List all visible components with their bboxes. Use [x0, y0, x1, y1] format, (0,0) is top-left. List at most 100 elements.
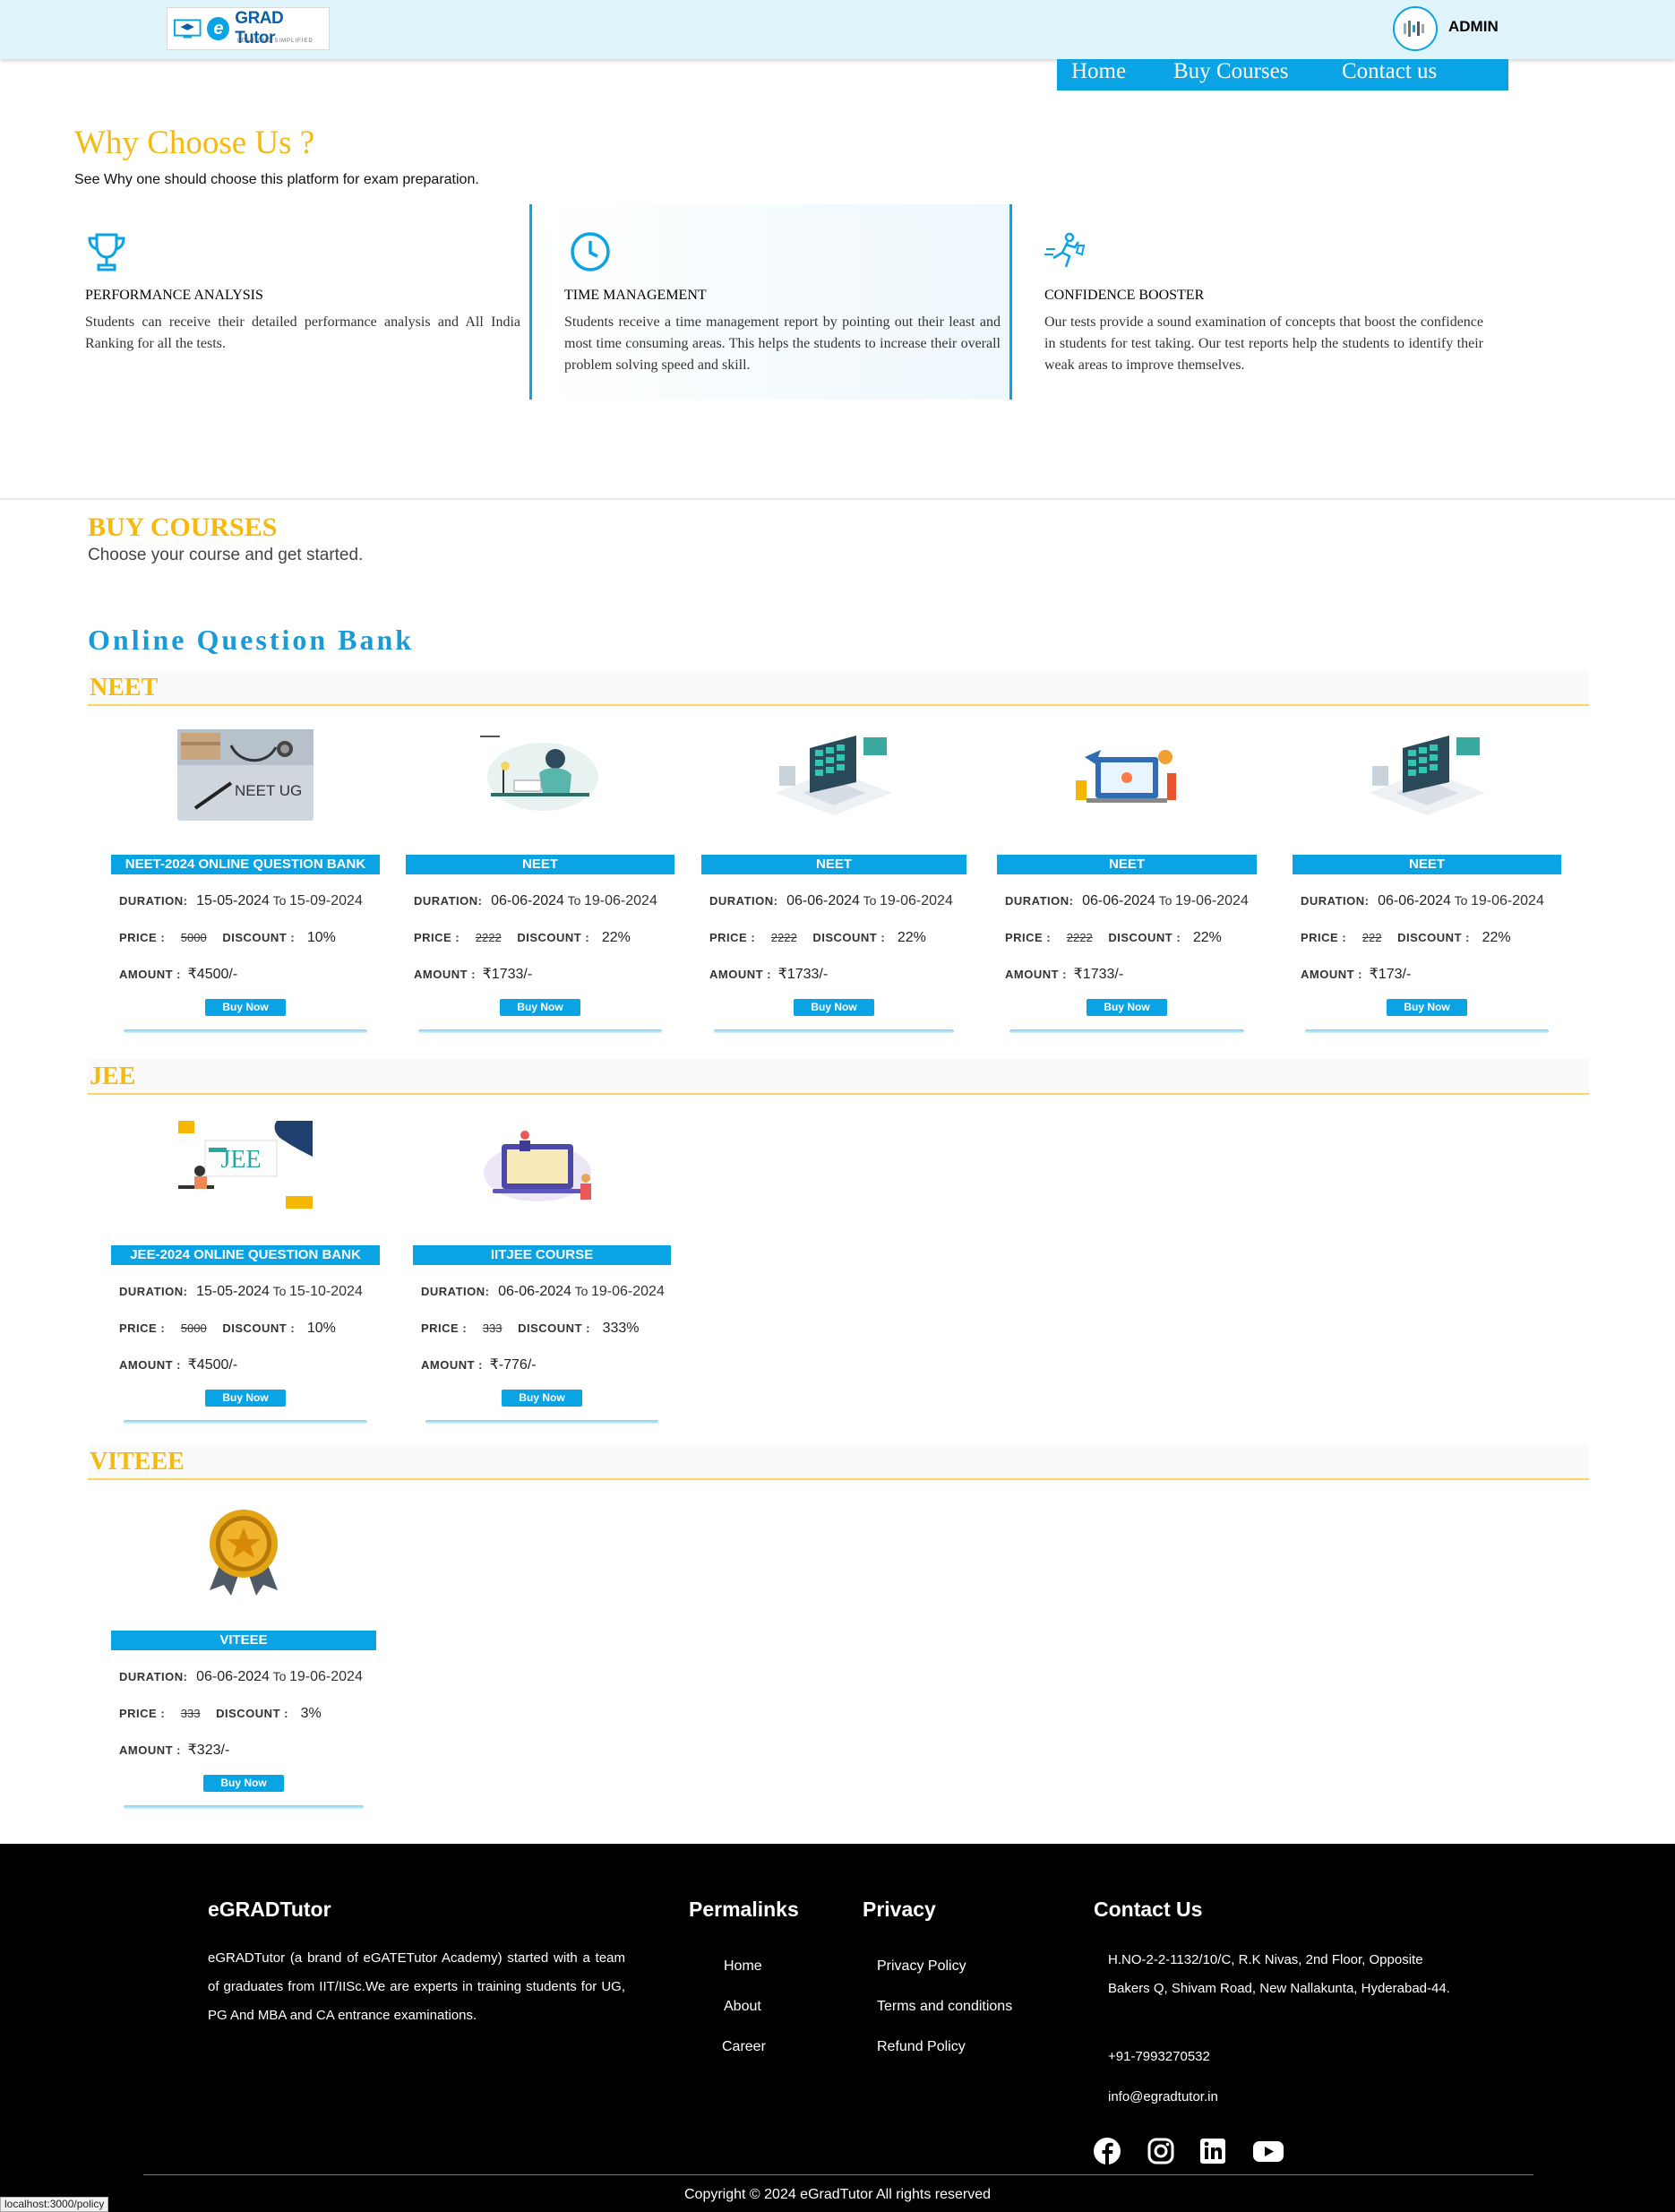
card-bottom-accent: [124, 1805, 364, 1809]
course-name: NEET: [997, 855, 1257, 874]
logo-letter: e: [207, 17, 230, 40]
course-name: VITEEE: [111, 1631, 376, 1650]
course-amount: AMOUNT : ₹-776/-: [421, 1356, 537, 1373]
feature-text: Students can receive their detailed perf…: [85, 314, 520, 351]
running-person-icon: [1044, 232, 1086, 268]
duration-from: 06-06-2024: [1378, 893, 1451, 908]
duration-label: DURATION:: [119, 1670, 188, 1683]
footer-link-privacy-policy[interactable]: Privacy Policy: [877, 1958, 966, 1975]
course-duration: DURATION: 06-06-2024 To 19-06-2024: [414, 893, 657, 909]
footer-link-about[interactable]: About: [724, 1999, 761, 2015]
online-learning-laptop-image: [997, 726, 1257, 824]
course-name: NEET: [701, 855, 966, 874]
duration-from: 06-06-2024: [196, 1669, 270, 1684]
main-nav: Home Buy Courses Contact us: [1057, 59, 1508, 90]
amount-value: ₹323/-: [187, 1743, 230, 1758]
nav-contact-link[interactable]: Contact us: [1342, 59, 1437, 84]
footer-email[interactable]: info@egradtutor.in: [1108, 2083, 1218, 2112]
footer-link-terms[interactable]: Terms and conditions: [877, 1999, 1012, 2015]
footer-address: H.NO-2-2-1132/10/C, R.K Nivas, 2nd Floor…: [1108, 1952, 1450, 1996]
feature-text: Students receive a time management repor…: [564, 314, 1001, 373]
award-badge-image: [111, 1502, 376, 1600]
duration-to-label: To: [1158, 893, 1172, 908]
original-price: 333: [482, 1321, 502, 1335]
footer: eGRADTutor eGRADTutor (a brand of eGATET…: [0, 1844, 1675, 2212]
laptop-student-image: [413, 1116, 671, 1215]
course-duration: DURATION: 06-06-2024 To 19-06-2024: [119, 1669, 363, 1685]
footer-link-career[interactable]: Career: [722, 2039, 766, 2055]
isometric-laptop-image: [701, 726, 966, 824]
original-price: 333: [180, 1707, 201, 1720]
nav-buy-courses-link[interactable]: Buy Courses: [1173, 59, 1288, 84]
duration-to: 19-06-2024: [591, 1284, 665, 1299]
duration-label: DURATION:: [1005, 894, 1074, 908]
course-price: PRICE : 5000 DISCOUNT : 10%: [119, 1321, 336, 1337]
buy-now-button[interactable]: Buy Now: [1087, 999, 1167, 1016]
amount-value: ₹1733/-: [482, 967, 533, 982]
buy-courses-title: BUY COURSES: [88, 512, 278, 542]
buy-now-button[interactable]: Buy Now: [205, 1390, 286, 1407]
footer-copyright: Copyright © 2024 eGradTutor All rights r…: [683, 2187, 992, 2202]
discount-label: DISCOUNT :: [1108, 931, 1181, 944]
linkedin-icon[interactable]: [1198, 2137, 1227, 2165]
footer-link-refund-policy[interactable]: Refund Policy: [877, 2039, 966, 2055]
footer-phone[interactable]: +91-7993270532: [1108, 2043, 1210, 2071]
category-header-viteee: VITEEE: [88, 1444, 1589, 1480]
price-label: PRICE :: [709, 931, 756, 944]
youtube-icon[interactable]: [1252, 2137, 1284, 2165]
price-label: PRICE :: [119, 931, 166, 944]
course-amount: AMOUNT : ₹173/-: [1301, 965, 1411, 983]
course-duration: DURATION: 06-06-2024 To 19-06-2024: [1005, 893, 1249, 909]
online-question-bank-title: Online Question Bank: [88, 624, 415, 656]
course-price: PRICE : 2222 DISCOUNT : 22%: [414, 930, 631, 946]
course-name: NEET: [1293, 855, 1561, 874]
buy-now-button[interactable]: Buy Now: [794, 999, 874, 1016]
nav-home-link[interactable]: Home: [1071, 59, 1126, 84]
discount-label: DISCOUNT :: [517, 931, 590, 944]
student-studying-image: [406, 726, 674, 824]
footer-divider: [143, 2174, 1533, 2175]
feature-performance: PERFORMANCE ANALYSIS Students can receiv…: [75, 204, 528, 400]
course-card: NEET DURATION: 06-06-2024 To 19-06-2024 …: [406, 726, 674, 1039]
feature-title: TIME MANAGEMENT: [564, 288, 707, 303]
discount-value: 22%: [1482, 930, 1511, 945]
duration-to: 19-06-2024: [1175, 893, 1249, 908]
buy-now-button[interactable]: Buy Now: [1387, 999, 1467, 1016]
duration-to: 19-06-2024: [584, 893, 657, 908]
amount-label: AMOUNT :: [709, 968, 771, 981]
course-card: NEET UG NEET-2024 ONLINE QUESTION BANK D…: [111, 726, 380, 1039]
why-choose-title: Why Choose Us ?: [74, 125, 315, 161]
card-bottom-accent: [1305, 1029, 1549, 1033]
admin-label[interactable]: ADMIN: [1448, 18, 1499, 36]
footer-privacy-title: Privacy: [863, 1898, 936, 1921]
facebook-icon[interactable]: [1093, 2137, 1121, 2165]
discount-value: 10%: [306, 1321, 336, 1336]
discount-label: DISCOUNT :: [812, 931, 886, 944]
duration-to-label: To: [272, 1669, 287, 1683]
footer-link-home[interactable]: Home: [724, 1958, 762, 1975]
amount-label: AMOUNT :: [421, 1358, 483, 1372]
admin-avatar[interactable]: [1393, 6, 1438, 51]
duration-to: 19-06-2024: [880, 893, 953, 908]
duration-from: 15-05-2024: [196, 893, 270, 908]
course-amount: AMOUNT : ₹323/-: [119, 1741, 229, 1759]
egradtutor-logo[interactable]: e GRAD Tutor LEARNING SIMPLIFIED: [167, 7, 330, 50]
price-label: PRICE :: [119, 1321, 166, 1335]
duration-from: 06-06-2024: [786, 893, 860, 908]
category-title: JEE: [90, 1063, 136, 1090]
buy-now-button[interactable]: Buy Now: [203, 1775, 284, 1792]
discount-value: 10%: [306, 930, 336, 945]
footer-contact-title: Contact Us: [1094, 1898, 1203, 1921]
course-duration: DURATION: 06-06-2024 To 19-06-2024: [709, 893, 953, 909]
buy-now-button[interactable]: Buy Now: [500, 999, 580, 1016]
card-bottom-accent: [124, 1029, 367, 1033]
neet-ug-stethoscope-image: NEET UG: [111, 726, 380, 824]
browser-status-url: localhost:3000/policy: [0, 2197, 109, 2212]
buy-now-button[interactable]: Buy Now: [502, 1390, 582, 1407]
course-card: JEE JEE-2024 ONLINE QUESTION BANK DURATI…: [111, 1116, 380, 1430]
course-card: IITJEE COURSE DURATION: 06-06-2024 To 19…: [413, 1116, 671, 1430]
duration-from: 06-06-2024: [498, 1284, 571, 1299]
feature-text: Our tests provide a sound examination of…: [1044, 314, 1483, 373]
instagram-icon[interactable]: [1147, 2137, 1175, 2165]
buy-now-button[interactable]: Buy Now: [205, 999, 286, 1016]
